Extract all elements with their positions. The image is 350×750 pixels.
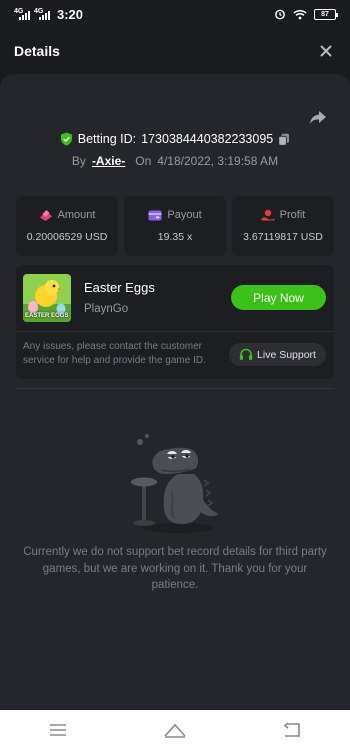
headset-icon — [239, 348, 253, 360]
close-icon — [320, 45, 332, 57]
game-name: Easter Eggs — [84, 280, 155, 295]
bettor-username[interactable]: -Axie- — [92, 154, 125, 168]
status-bar: 4G 4G 3:20 87 — [0, 0, 350, 28]
empty-state-message: Currently we do not support bet record d… — [23, 546, 327, 591]
status-time: 3:20 — [57, 6, 84, 22]
share-button[interactable] — [308, 108, 328, 128]
menu-icon — [50, 724, 67, 736]
bet-datetime: 4/18/2022, 3:19:58 AM — [157, 154, 279, 168]
status-left: 4G 4G 3:20 — [14, 7, 83, 22]
support-note: Any issues, please contact the customer … — [23, 341, 206, 366]
signal-icon: 4G — [34, 8, 50, 20]
betting-id-label: Betting ID: — [77, 132, 137, 146]
close-button[interactable] — [316, 41, 336, 61]
live-support-button[interactable]: Live Support — [229, 343, 326, 366]
divider — [16, 331, 334, 332]
battery-level: 87 — [321, 10, 329, 18]
back-icon — [283, 722, 300, 737]
wifi-icon — [293, 9, 307, 19]
live-support-label: Live Support — [257, 348, 316, 361]
system-nav-bar — [0, 710, 350, 750]
profit-value: 3.67119817 USD — [243, 231, 323, 243]
header: Details — [0, 28, 350, 74]
battery-icon: 87 — [314, 8, 338, 20]
game-card: EASTER EGGS Easter Eggs PlaynGo Play Now… — [16, 265, 334, 379]
on-label: On — [135, 154, 152, 168]
divider — [16, 388, 334, 389]
game-thumb-title: EASTER EGGS — [25, 313, 69, 319]
bet-stats: Amount 0.20006529 USD Payout 19.35 x Pro… — [16, 196, 334, 256]
wallet-icon — [148, 210, 162, 220]
empty-state-illustration — [120, 432, 230, 537]
page-title: Details — [14, 43, 60, 59]
amount-label: Amount — [57, 209, 96, 221]
amount-label-row: Amount — [39, 209, 96, 221]
copy-icon[interactable] — [278, 133, 290, 146]
share-icon — [310, 111, 326, 124]
by-label: By — [71, 154, 86, 168]
shield-check-icon — [60, 132, 72, 146]
alarm-icon — [275, 9, 285, 20]
home-button[interactable] — [161, 720, 189, 740]
profit-stat: Profit 3.67119817 USD — [232, 196, 334, 256]
betting-id-row: Betting ID: 1730384440382233095 — [0, 132, 350, 146]
profit-label-row: Profit — [261, 209, 306, 221]
bet-meta-row: By -Axie- On 4/18/2022, 3:19:58 AM — [0, 154, 350, 168]
profit-icon — [261, 209, 275, 221]
game-thumbnail[interactable]: EASTER EGGS — [23, 274, 71, 322]
status-right: 87 — [274, 8, 338, 20]
payout-label-row: Payout — [148, 209, 202, 221]
amount-value: 0.20006529 USD — [26, 231, 108, 243]
details-panel: Betting ID: 1730384440382233095 By -Axie… — [0, 74, 350, 710]
payout-label: Payout — [167, 209, 202, 221]
profit-label: Profit — [279, 209, 306, 221]
menu-button[interactable] — [44, 720, 72, 740]
amount-stat: Amount 0.20006529 USD — [16, 196, 118, 256]
payout-value: 19.35 x — [157, 231, 193, 243]
coins-icon — [39, 210, 52, 221]
signal-icon: 4G — [14, 8, 30, 20]
play-now-button[interactable]: Play Now — [231, 285, 326, 310]
payout-stat: Payout 19.35 x — [124, 196, 226, 256]
betting-id-value: 1730384440382233095 — [141, 132, 274, 146]
game-provider: PlaynGo — [84, 303, 129, 315]
home-icon — [164, 723, 186, 738]
back-button[interactable] — [278, 720, 306, 740]
